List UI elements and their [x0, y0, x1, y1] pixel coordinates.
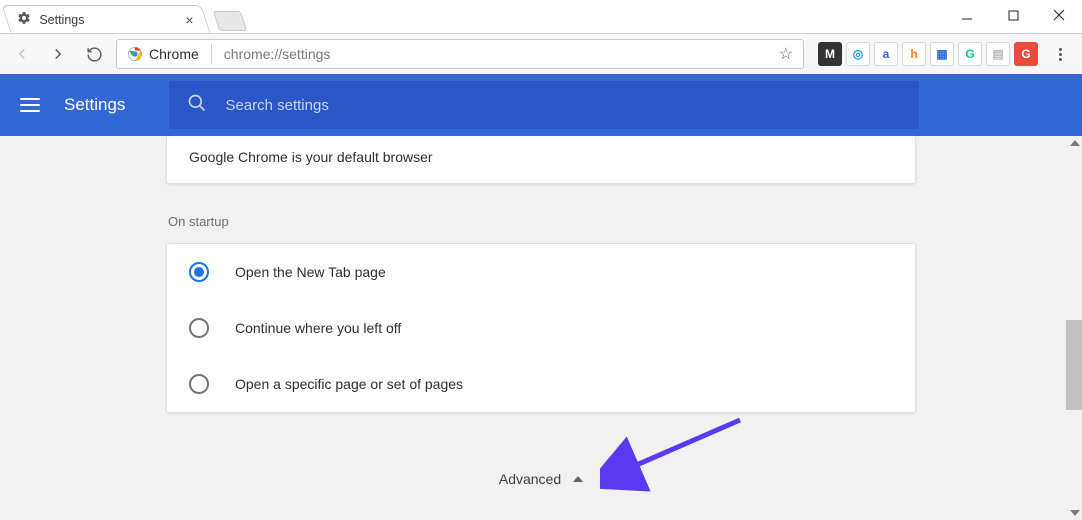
chrome-icon	[127, 46, 143, 62]
startup-option[interactable]: Open a specific page or set of pages	[167, 356, 915, 412]
window-controls	[944, 0, 1082, 30]
reload-button[interactable]	[80, 40, 108, 68]
radio-icon	[189, 374, 209, 394]
settings-title: Settings	[64, 95, 125, 115]
url-text: chrome://settings	[224, 46, 773, 62]
extension-icon[interactable]: h	[902, 42, 926, 66]
scroll-down-icon[interactable]	[1070, 510, 1080, 516]
on-startup-card: Open the New Tab page Continue where you …	[166, 243, 916, 413]
browser-tab-settings[interactable]: Settings ×	[1, 5, 210, 33]
startup-option-label: Open a specific page or set of pages	[235, 376, 463, 392]
settings-search-box[interactable]	[169, 81, 919, 129]
settings-search-input[interactable]	[225, 97, 901, 114]
bookmark-star-icon[interactable]: ☆	[779, 44, 793, 64]
startup-option[interactable]: Continue where you left off	[167, 300, 915, 356]
extension-icon[interactable]: G	[958, 42, 982, 66]
omnibox-separator	[211, 44, 212, 64]
tab-strip: Settings ×	[0, 0, 1082, 34]
settings-content: Google Chrome is your default browser On…	[0, 136, 1082, 520]
extension-icon[interactable]: ▦	[930, 42, 954, 66]
search-icon	[187, 93, 207, 118]
scroll-up-icon[interactable]	[1070, 140, 1080, 146]
chevron-up-icon	[573, 476, 583, 482]
hamburger-menu-icon[interactable]	[20, 93, 44, 117]
extension-icon[interactable]: ▤	[986, 42, 1010, 66]
extension-icon[interactable]: G	[1014, 42, 1038, 66]
radio-icon	[189, 262, 209, 282]
window-close-button[interactable]	[1036, 0, 1082, 30]
new-tab-button[interactable]	[213, 11, 247, 31]
gear-icon	[17, 11, 31, 28]
advanced-toggle[interactable]: Advanced	[166, 471, 916, 487]
extension-icons: M◎ah▦G▤G	[812, 42, 1038, 66]
extension-icon[interactable]: M	[818, 42, 842, 66]
advanced-label: Advanced	[499, 471, 561, 487]
tab-title: Settings	[39, 13, 84, 27]
site-label: Chrome	[149, 46, 199, 62]
extension-icon[interactable]: a	[874, 42, 898, 66]
forward-button[interactable]	[44, 40, 72, 68]
window-maximize-button[interactable]	[990, 0, 1036, 30]
extension-icon[interactable]: ◎	[846, 42, 870, 66]
radio-icon	[189, 318, 209, 338]
default-browser-text: Google Chrome is your default browser	[189, 149, 433, 165]
settings-header-bar: Settings	[0, 74, 1082, 136]
on-startup-label: On startup	[168, 214, 916, 229]
address-bar[interactable]: Chrome chrome://settings ☆	[116, 39, 804, 69]
browser-menu-button[interactable]	[1046, 48, 1074, 61]
browser-toolbar: Chrome chrome://settings ☆ M◎ah▦G▤G	[0, 34, 1082, 74]
scrollbar-thumb[interactable]	[1066, 320, 1082, 410]
startup-option[interactable]: Open the New Tab page	[167, 244, 915, 300]
default-browser-card: Google Chrome is your default browser	[166, 136, 916, 184]
startup-option-label: Open the New Tab page	[235, 264, 386, 280]
startup-option-label: Continue where you left off	[235, 320, 401, 336]
tab-close-icon[interactable]: ×	[185, 12, 193, 28]
back-button[interactable]	[8, 40, 36, 68]
window-minimize-button[interactable]	[944, 0, 990, 30]
